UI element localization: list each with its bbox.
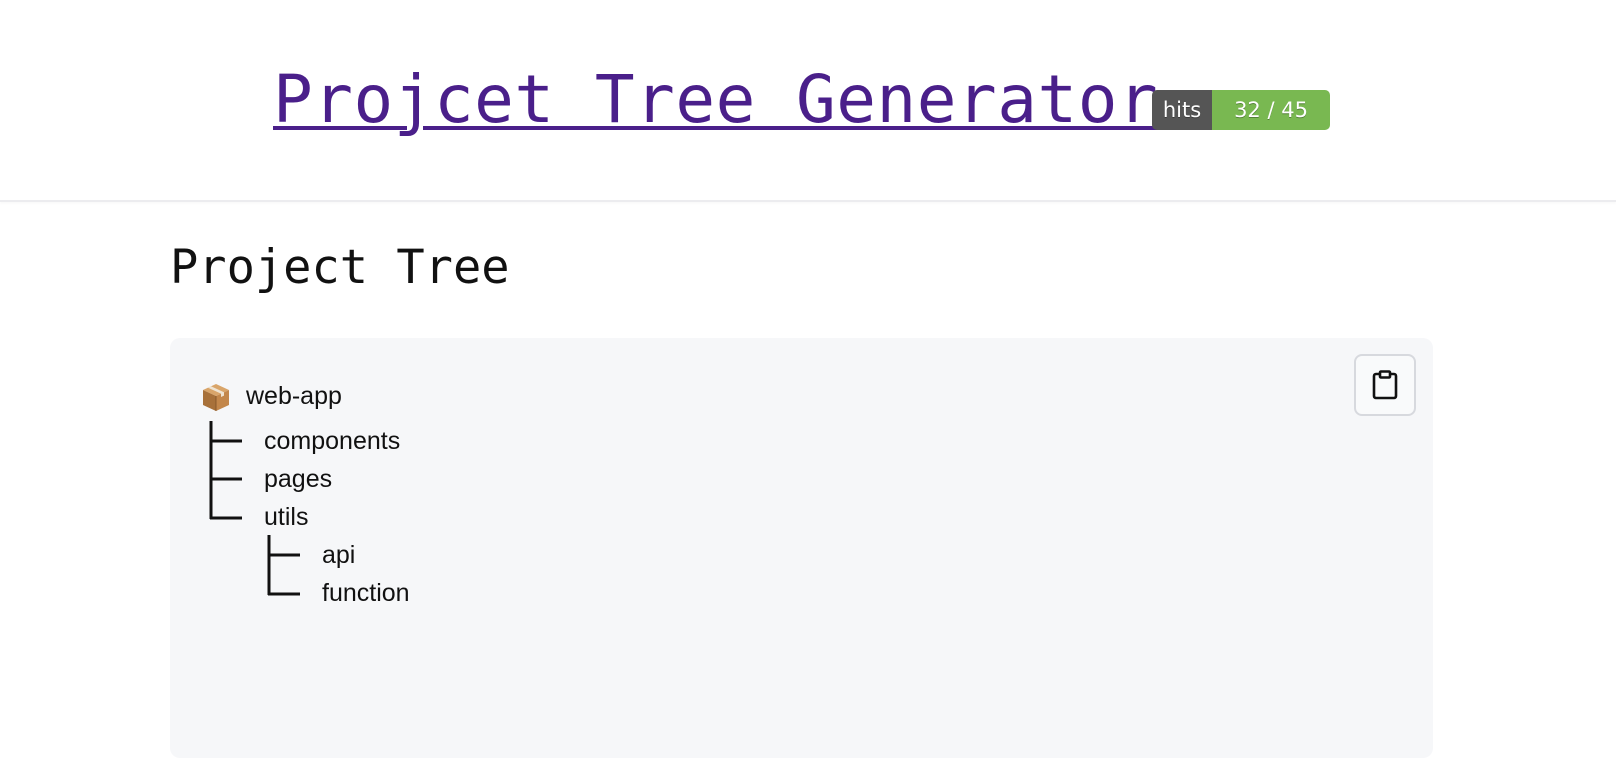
section-title: Project Tree <box>170 240 510 295</box>
tree-item-function: function <box>322 579 410 607</box>
site-header: Projcet Tree Generator hits 32 / 45 <box>0 0 1616 202</box>
tree-item-pages: pages <box>264 465 333 493</box>
copy-button[interactable] <box>1354 354 1416 416</box>
site-title-link[interactable]: Projcet Tree Generator <box>273 58 1158 142</box>
tree-item-components: components <box>264 427 401 455</box>
hits-badge-value: 32 / 45 <box>1212 90 1330 130</box>
hits-badge[interactable]: hits 32 / 45 <box>1152 90 1330 130</box>
tree-item-utils: utils <box>264 503 309 531</box>
clipboard-icon <box>1372 370 1398 400</box>
tree-panel: web-app components pages utils api funct… <box>170 338 1433 758</box>
tree-item-api: api <box>322 541 356 569</box>
hits-badge-label: hits <box>1152 90 1212 130</box>
